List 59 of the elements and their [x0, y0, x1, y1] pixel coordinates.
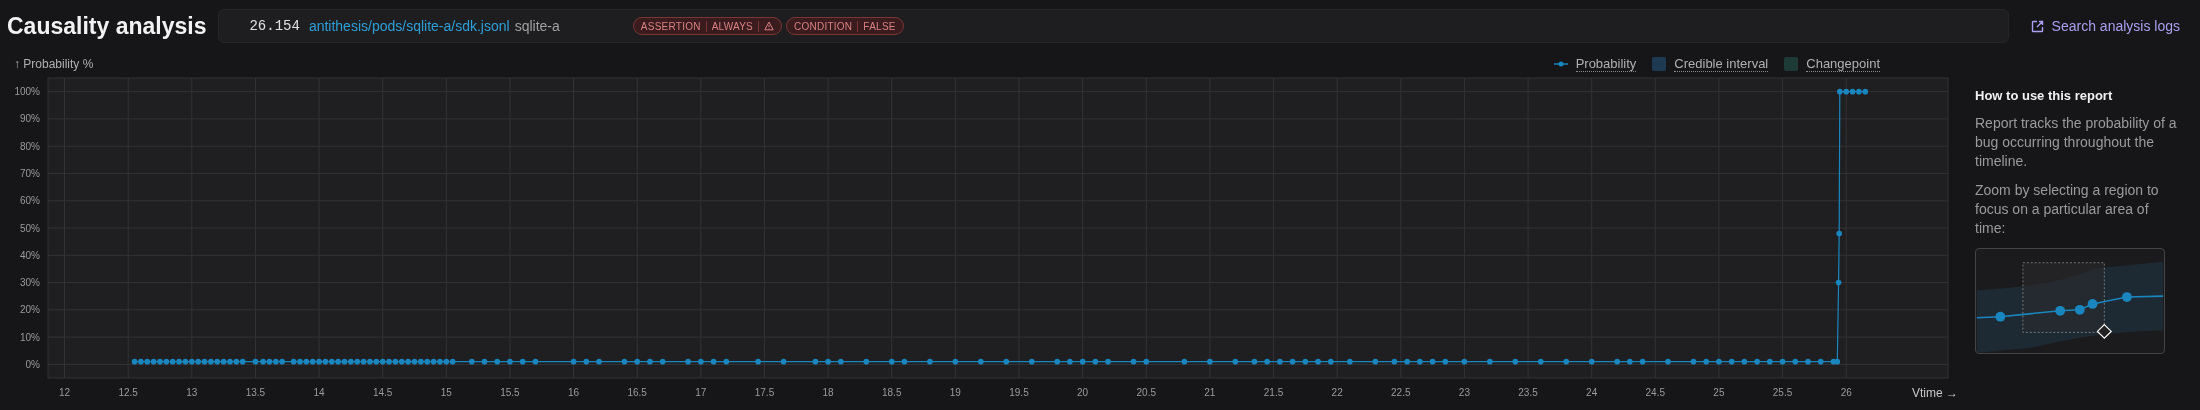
legend-label[interactable]: Credible interval [1674, 55, 1769, 72]
x-tick-label: 13.5 [245, 387, 266, 398]
y-tick-label: 90% [20, 113, 40, 125]
x-tick-label: 14.5 [372, 387, 393, 398]
help-text: Report tracks the probability of a bug occurring throughout the timeline. [1975, 113, 2178, 171]
x-tick-label: 21 [1204, 387, 1216, 398]
tag-text: ASSERTION [640, 19, 701, 34]
external-link-icon [2030, 19, 2044, 33]
help-title: How to use this report [1975, 87, 2114, 105]
x-tick-label: 16.5 [627, 387, 647, 398]
vtime-text: 26.154 [249, 16, 300, 36]
x-tick-label: 23 [1458, 387, 1470, 398]
x-tick-label: 24 [1586, 387, 1598, 398]
source-name: sqlite-a [514, 16, 560, 36]
y-tick-label: 20% [20, 304, 40, 316]
y-tick-label: 100% [14, 86, 40, 98]
x-tick-label: 14 [313, 387, 325, 398]
tag-text: FALSE [863, 19, 896, 34]
y-tick-label: 50% [20, 222, 40, 234]
y-tick-label: 10% [20, 331, 40, 343]
x-tick-label: 12.5 [118, 387, 138, 398]
x-tick-label: 21.5 [1263, 387, 1284, 398]
x-tick-label: 20 [1077, 387, 1089, 398]
tag-text: CONDITION [794, 19, 853, 34]
x-tick-label: 18.5 [882, 387, 902, 398]
x-axis-label: Vtime → [1912, 386, 1958, 400]
legend-label[interactable]: Probability [1575, 55, 1637, 72]
y-tick-label: 40% [20, 249, 40, 261]
warning-icon [764, 21, 774, 31]
x-tick-label: 25 [1713, 387, 1725, 398]
legend-label[interactable]: Changepoint [1806, 55, 1880, 72]
y-axis-label: ↑ Probability % [14, 55, 94, 73]
x-tick-label: 23.5 [1518, 387, 1538, 398]
x-tick-label: 18 [822, 387, 834, 398]
x-tick-label: 22 [1331, 387, 1343, 398]
search-logs-link[interactable]: Search analysis logs [2030, 15, 2180, 37]
y-tick-label: 0% [25, 358, 40, 370]
x-tick-label: 26 [1840, 387, 1852, 398]
x-tick-label: 17 [695, 387, 707, 398]
y-tick-label: 80% [20, 140, 40, 152]
tag-text: ALWAYS [711, 19, 753, 34]
x-tick-label: 13 [186, 387, 198, 398]
x-tick-label: 24.5 [1645, 387, 1666, 398]
x-tick-label: 19.5 [1009, 387, 1029, 398]
page-title: Causality analysis [7, 11, 207, 41]
x-tick-label: 15 [440, 387, 452, 398]
y-tick-label: 70% [20, 167, 40, 179]
x-tick-label: 15.5 [500, 387, 520, 398]
x-tick-label: 16 [568, 387, 580, 398]
y-tick-label: 60% [20, 195, 40, 207]
file-path-link[interactable]: antithesis/pods/sqlite-a/sdk.jsonl [308, 15, 510, 37]
y-tick-label: 30% [20, 277, 40, 289]
x-tick-label: 20.5 [1136, 387, 1156, 398]
x-tick-label: 12 [59, 387, 71, 398]
x-tick-label: 25.5 [1772, 387, 1793, 398]
x-tick-label: 17.5 [754, 387, 775, 398]
help-text: Zoom by selecting a region to focus on a particular area of time: [1975, 180, 2160, 238]
x-tick-label: 22.5 [1391, 387, 1411, 398]
x-tick-label: 19 [949, 387, 961, 398]
